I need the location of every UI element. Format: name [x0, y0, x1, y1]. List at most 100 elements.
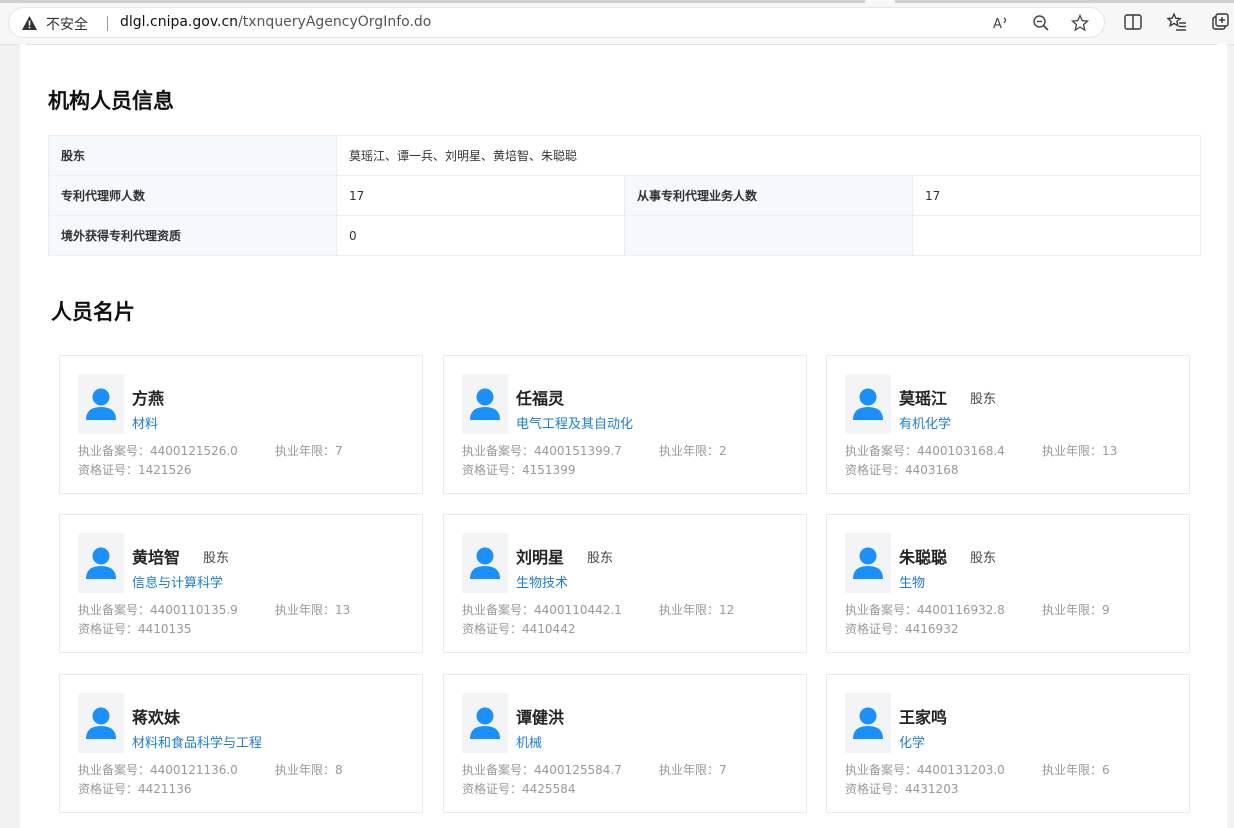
practice-years-text: 执业年限：8 — [275, 761, 343, 778]
record-number-value: 4400116932.8 — [917, 603, 1005, 617]
practice-years-text: 执业年限：7 — [659, 761, 727, 778]
staff-card[interactable]: 莫瑶江 股东 有机化学 执业备案号：4400103168.4 执业年限：13 资格证号：4… — [826, 355, 1190, 494]
cert-number-value: 4151399 — [522, 463, 576, 477]
user-avatar-icon — [853, 707, 883, 739]
cert-number-text: 资格证号：4421136 — [78, 780, 191, 797]
split-screen-icon[interactable] — [1123, 12, 1143, 32]
practice-years-value: 9 — [1102, 603, 1110, 617]
url-text[interactable]: dlgl.cnipa.gov.cn/txnqueryAgencyOrgInfo.… — [120, 14, 431, 30]
cert-number-value: 4425584 — [522, 782, 576, 796]
collections-icon[interactable] — [1210, 12, 1230, 32]
user-avatar-icon — [86, 388, 116, 420]
agents-count-value: 17 — [336, 175, 625, 216]
record-number-value: 4400131203.0 — [917, 763, 1005, 777]
practice-years-value: 13 — [1102, 444, 1118, 458]
favorites-list-icon[interactable] — [1167, 12, 1187, 32]
staff-name: 黄培智 — [132, 548, 181, 567]
shareholders-value: 莫瑶江、谭一兵、刘明星、黄培智、朱聪聪 — [335, 135, 1202, 176]
favorite-star-icon[interactable] — [1071, 14, 1089, 32]
warning-icon[interactable] — [21, 15, 38, 31]
empty-label-cell — [624, 215, 913, 256]
staff-count-label: 从事专利代理业务人数 — [624, 175, 913, 216]
staff-role-badge: 股东 — [970, 551, 997, 566]
user-avatar-icon — [86, 707, 116, 739]
address-separator — [107, 16, 108, 31]
staff-field-link[interactable]: 材料和食品科学与工程 — [132, 732, 262, 751]
record-number-label: 执业备案号： — [78, 763, 151, 777]
staff-card[interactable]: 刘明星 股东 生物技术 执业备案号：4400110442.1 执业年限：12 资格证号：4… — [443, 514, 807, 653]
user-avatar-icon — [470, 388, 500, 420]
empty-value-cell — [911, 215, 1202, 256]
svg-text:A: A — [993, 17, 1002, 32]
url-path: /txnqueryAgencyOrgInfo.do — [238, 14, 432, 30]
staff-card[interactable]: 方燕 材料 执业备案号：4400121526.0 执业年限：7 资格证号：1421526 — [59, 355, 423, 494]
cert-number-label: 资格证号： — [78, 463, 139, 477]
record-number-value: 4400110135.9 — [150, 603, 238, 617]
record-number-label: 执业备案号： — [462, 603, 535, 617]
staff-field-link[interactable]: 电气工程及其自动化 — [516, 413, 633, 432]
staff-field-link[interactable]: 信息与计算科学 — [132, 572, 223, 591]
address-bar[interactable]: 不安全 dlgl.cnipa.gov.cn/txnqueryAgencyOrgI… — [8, 7, 1105, 38]
practice-years-text: 执业年限：13 — [1042, 442, 1117, 459]
tab-strip-right — [895, 0, 1234, 3]
user-avatar-icon — [470, 547, 500, 579]
cert-number-label: 资格证号： — [462, 622, 523, 636]
staff-field-link[interactable]: 生物技术 — [516, 572, 568, 591]
staff-card[interactable]: 朱聪聪 股东 生物 执业备案号：4400116932.8 执业年限：9 资格证号：4416… — [826, 514, 1190, 653]
record-number-label: 执业备案号： — [845, 444, 918, 458]
user-avatar-icon — [470, 707, 500, 739]
avatar — [462, 533, 508, 593]
section-title-staff-cards: 人员名片 — [51, 300, 135, 324]
record-number-label: 执业备案号： — [462, 763, 535, 777]
staff-field-link[interactable]: 材料 — [132, 413, 158, 432]
table-row: 专利代理师人数 17 从事专利代理业务人数 17 — [48, 175, 1202, 216]
cert-number-label: 资格证号： — [78, 622, 139, 636]
staff-card[interactable]: 王家鸣 化学 执业备案号：4400131203.0 执业年限：6 资格证号：443120… — [826, 674, 1190, 813]
staff-name: 王家鸣 — [899, 708, 948, 727]
user-avatar-icon — [853, 388, 883, 420]
staff-card[interactable]: 谭健洪 机械 执业备案号：4400125584.7 执业年限：7 资格证号：442558… — [443, 674, 807, 813]
staff-name: 方燕 — [132, 389, 165, 408]
avatar — [462, 693, 508, 753]
zoom-out-icon[interactable] — [1032, 14, 1050, 32]
practice-years-label: 执业年限： — [659, 603, 720, 617]
record-number-label: 执业备案号： — [78, 444, 151, 458]
record-number-text: 执业备案号：4400110442.1 — [462, 601, 622, 618]
record-number-label: 执业备案号： — [845, 603, 918, 617]
avatar — [462, 374, 508, 434]
practice-years-label: 执业年限： — [659, 444, 720, 458]
staff-card[interactable]: 蒋欢妹材料和食品科学与工程执业备案号：4400121136.0 执业年限：8 资格证… — [59, 674, 423, 813]
record-number-label: 执业备案号： — [462, 444, 535, 458]
avatar — [78, 693, 124, 753]
cert-number-label: 资格证号： — [462, 782, 523, 796]
staff-card[interactable]: 黄培智 股东 信息与计算科学 执业备案号：4400110135.9 执业年限：13 资格证… — [59, 514, 423, 653]
practice-years-value: 2 — [719, 444, 727, 458]
avatar — [845, 533, 891, 593]
staff-count-value: 17 — [911, 175, 1202, 216]
staff-field-link[interactable]: 化学 — [899, 732, 925, 751]
practice-years-label: 执业年限： — [1042, 444, 1103, 458]
staff-name: 蒋欢妹 — [132, 708, 181, 727]
record-number-value: 4400103168.4 — [917, 444, 1005, 458]
cert-number-text: 资格证号：1421526 — [78, 461, 191, 478]
insecure-label[interactable]: 不安全 — [46, 14, 88, 34]
practice-years-value: 12 — [719, 603, 735, 617]
table-row: 股东 莫瑶江、谭一兵、刘明星、黄培智、朱聪聪 — [48, 135, 1202, 176]
read-aloud-icon[interactable]: A — [992, 14, 1010, 32]
agents-count-label: 专利代理师人数 — [48, 175, 337, 216]
staff-field-link[interactable]: 机械 — [516, 732, 542, 751]
cert-number-text: 资格证号：4410442 — [462, 620, 575, 637]
record-number-value: 4400151399.7 — [534, 444, 622, 458]
record-number-value: 4400121136.0 — [150, 763, 238, 777]
staff-name: 莫瑶江 — [899, 389, 948, 408]
avatar — [845, 374, 891, 434]
staff-role-badge: 股东 — [970, 392, 997, 407]
cert-number-text: 资格证号：4151399 — [462, 461, 575, 478]
practice-years-value: 7 — [335, 444, 343, 458]
staff-field-link[interactable]: 生物 — [899, 572, 925, 591]
cert-number-text: 资格证号：4431203 — [845, 780, 958, 797]
cert-number-label: 资格证号： — [845, 782, 906, 796]
staff-field-link[interactable]: 有机化学 — [899, 413, 951, 432]
staff-card[interactable]: 任福灵 电气工程及其自动化 执业备案号：4400151399.7 执业年限：2 资格证号… — [443, 355, 807, 494]
avatar — [78, 533, 124, 593]
